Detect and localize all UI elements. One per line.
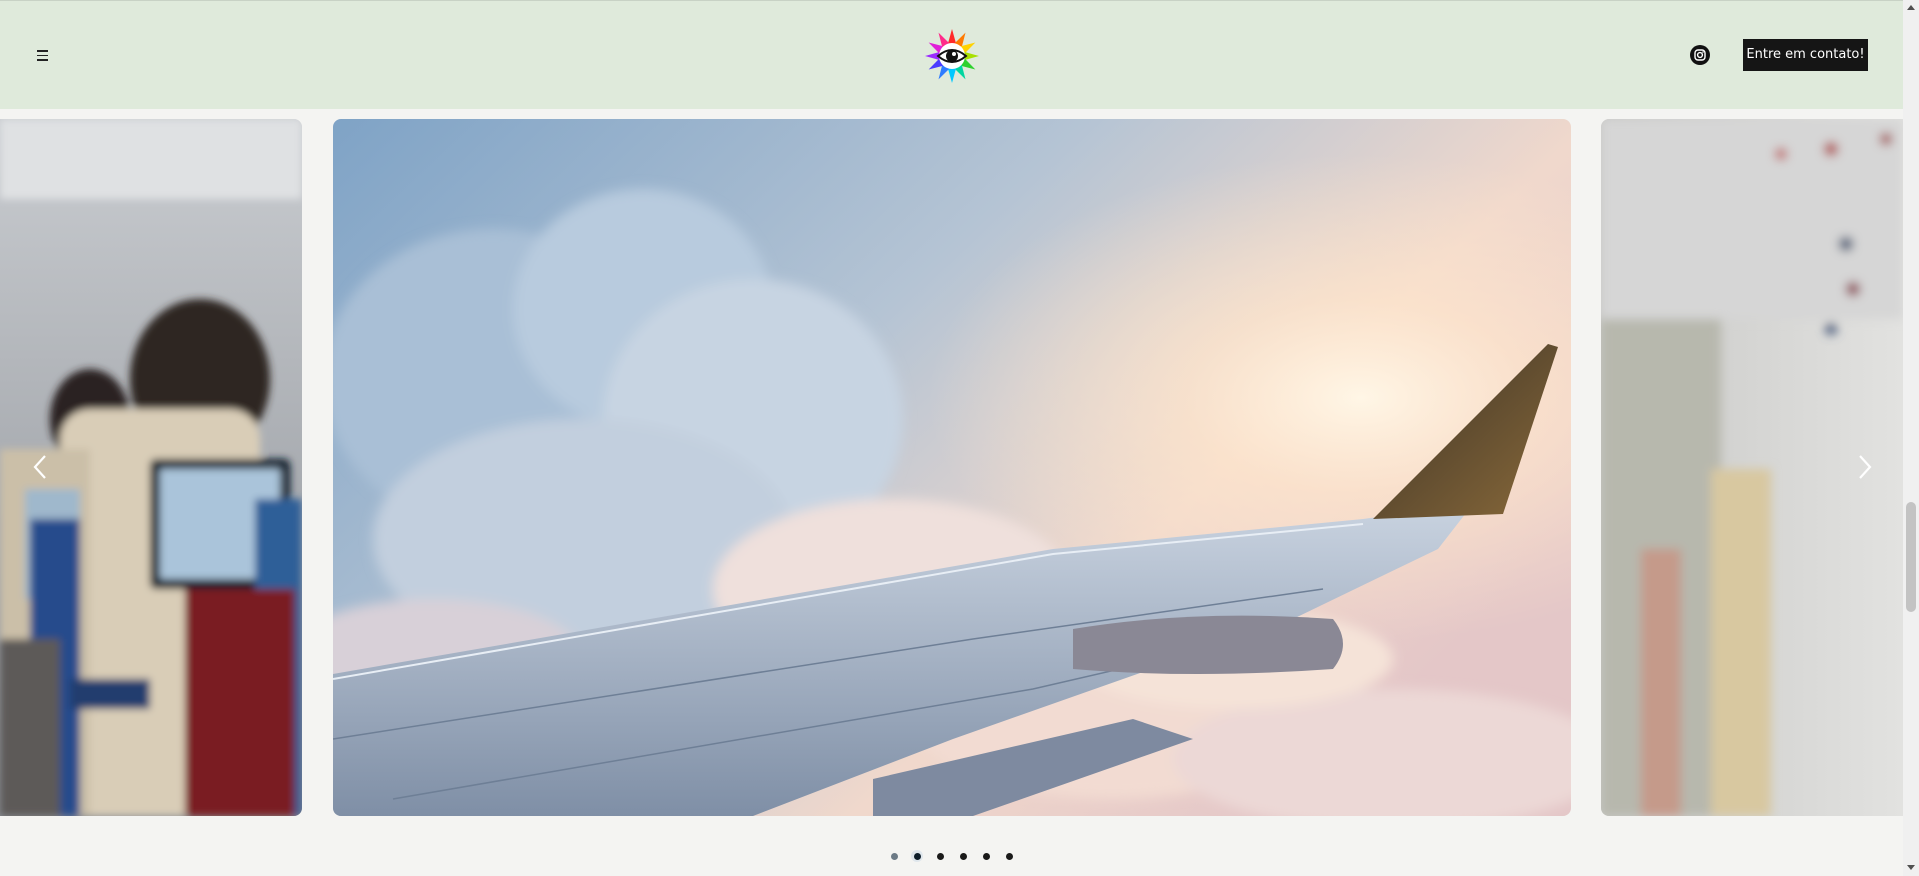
- carousel-dot-6[interactable]: [1003, 850, 1015, 862]
- scroll-down-icon[interactable]: [1907, 865, 1915, 870]
- scroll-up-icon[interactable]: [1907, 5, 1915, 10]
- scrollbar-thumb[interactable]: [1906, 502, 1916, 612]
- photo-airplane-wing: [333, 119, 1571, 816]
- carousel-dot-2[interactable]: [911, 850, 923, 862]
- chevron-left-icon[interactable]: [26, 452, 56, 482]
- contact-button[interactable]: Entre em contato!: [1743, 39, 1868, 71]
- hamburger-menu-icon[interactable]: [33, 45, 53, 65]
- slide-airplane-wing[interactable]: [333, 119, 1571, 816]
- site-header: Entre em contato!: [0, 0, 1903, 109]
- carousel-dot-4[interactable]: [957, 850, 969, 862]
- carousel-dot-3[interactable]: [934, 850, 946, 862]
- chevron-right-icon[interactable]: [1849, 452, 1879, 482]
- carousel-pagination: [888, 848, 1015, 864]
- instagram-icon[interactable]: [1690, 45, 1710, 65]
- rainbow-eye-logo[interactable]: [922, 26, 982, 86]
- page-scrollbar[interactable]: [1903, 0, 1919, 876]
- carousel-dot-1[interactable]: [888, 850, 900, 862]
- carousel-dot-5[interactable]: [980, 850, 992, 862]
